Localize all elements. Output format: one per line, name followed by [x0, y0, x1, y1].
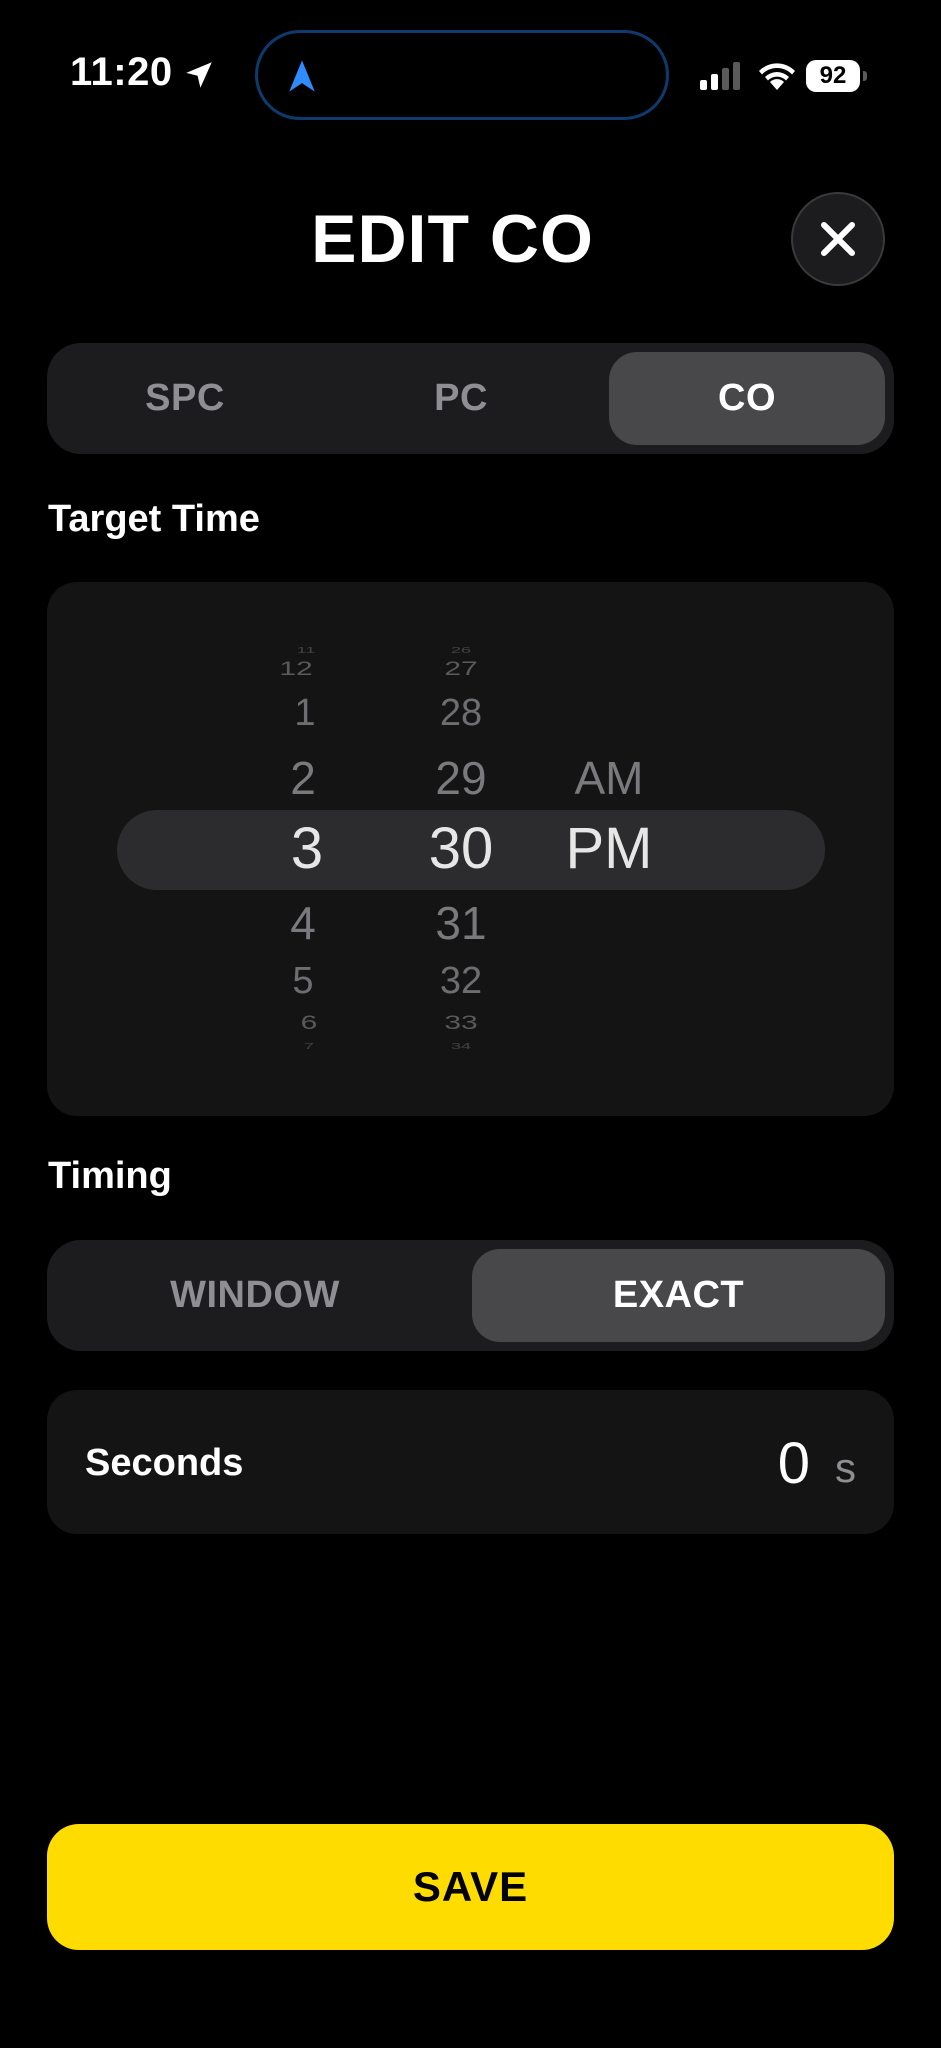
hour-option[interactable]: 5 [292, 960, 313, 1003]
wifi-icon [759, 63, 795, 90]
tab-pc[interactable]: PC [332, 352, 590, 445]
minute-option[interactable]: 28 [440, 692, 482, 735]
page-title: EDIT CO [311, 201, 594, 277]
tab-window[interactable]: WINDOW [56, 1249, 454, 1342]
seconds-row[interactable]: Seconds 0 s [47, 1390, 894, 1534]
hour-option[interactable]: 1 [294, 692, 315, 735]
minute-option[interactable]: 33 [444, 1012, 477, 1034]
battery-icon: 92 [806, 60, 868, 92]
hour-option[interactable]: 2 [290, 751, 316, 805]
hour-option[interactable]: 4 [290, 896, 316, 950]
cellular-signal-icon [700, 62, 740, 90]
seconds-unit: s [835, 1444, 856, 1491]
period-selected[interactable]: PM [566, 815, 653, 882]
status-time: 11:20 [70, 50, 173, 94]
battery-level: 92 [806, 60, 860, 92]
timing-label: Timing [48, 1155, 172, 1197]
hour-option[interactable]: 7 [304, 1042, 314, 1051]
hour-option[interactable]: 6 [301, 1012, 318, 1034]
tab-co[interactable]: CO [609, 352, 885, 445]
seconds-value[interactable]: 0 [778, 1430, 810, 1497]
tab-exact[interactable]: EXACT [472, 1249, 885, 1342]
time-picker[interactable]: 11 12 1 2 3 4 5 6 7 26 27 28 29 30 31 32… [47, 582, 894, 1116]
timing-segmented-control: WINDOW EXACT [47, 1240, 894, 1351]
save-button[interactable]: SAVE [47, 1824, 894, 1950]
close-button[interactable] [791, 192, 885, 286]
seconds-label: Seconds [85, 1442, 244, 1484]
minute-option[interactable]: 26 [451, 646, 471, 655]
minute-option[interactable]: 32 [440, 960, 482, 1003]
minute-option[interactable]: 34 [451, 1042, 471, 1051]
minute-option[interactable]: 27 [444, 658, 477, 680]
target-time-label: Target Time [48, 498, 260, 540]
hour-option[interactable]: 12 [279, 658, 312, 680]
hour-option[interactable]: 11 [297, 646, 316, 655]
category-segmented-control: SPC PC CO [47, 343, 894, 454]
location-arrow-icon [186, 62, 212, 88]
navigation-arrow-icon [289, 60, 315, 92]
minute-option[interactable]: 29 [435, 751, 486, 805]
period-option-am[interactable]: AM [575, 751, 644, 805]
minute-selected[interactable]: 30 [429, 815, 494, 882]
minute-option[interactable]: 31 [435, 896, 486, 950]
tab-spc[interactable]: SPC [56, 352, 314, 445]
hour-selected[interactable]: 3 [291, 815, 323, 882]
close-icon [821, 222, 855, 256]
